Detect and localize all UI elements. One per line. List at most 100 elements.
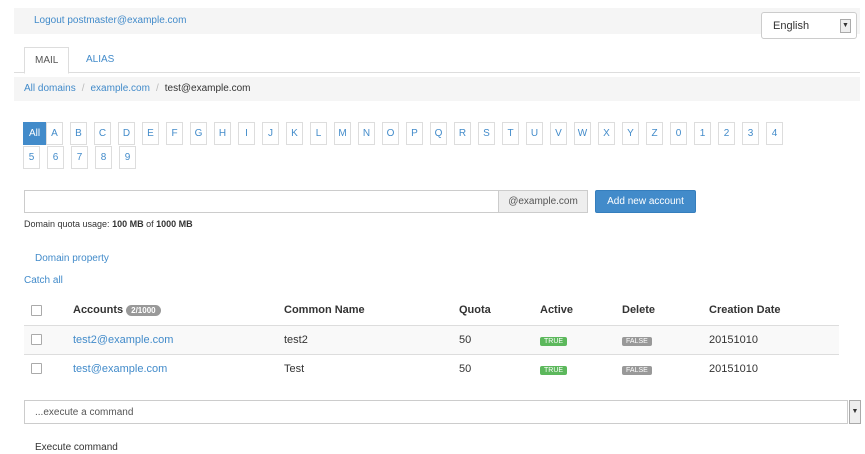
letter-filter-y[interactable]: Y [622, 122, 639, 145]
account-cell: test2@example.com [73, 324, 284, 354]
letter-filter-t[interactable]: T [502, 122, 519, 145]
letter-filter-m[interactable]: M [334, 122, 351, 145]
active-cell: TRUE [540, 324, 622, 354]
catch-all-link[interactable]: Catch all [24, 275, 63, 286]
letter-filter-3[interactable]: 3 [742, 122, 759, 145]
delete-cell: FALSE [622, 353, 709, 383]
common-name-cell: test2 [284, 324, 459, 354]
accounts-header-label: Accounts [73, 304, 124, 317]
active-badge[interactable]: TRUE [540, 365, 568, 375]
domain-suffix: @example.com [498, 190, 588, 213]
letter-filter-d[interactable]: D [118, 122, 135, 145]
letter-filter-x[interactable]: X [598, 122, 615, 145]
delete-badge[interactable]: FALSE [622, 336, 652, 346]
delete-header: Delete [622, 296, 709, 326]
quota-cell: 50 [459, 324, 540, 354]
active-badge[interactable]: TRUE [540, 336, 568, 346]
letter-filter-1[interactable]: 1 [694, 122, 711, 145]
add-account-button[interactable]: Add new account [595, 190, 696, 213]
language-value: English [773, 20, 810, 32]
letter-filter-v[interactable]: V [550, 122, 567, 145]
letter-filter-4[interactable]: 4 [766, 122, 783, 145]
tab-mail[interactable]: MAIL [24, 47, 70, 74]
delete-badge[interactable]: FALSE [622, 365, 652, 375]
letter-filter-j[interactable]: J [262, 122, 279, 145]
creation-date-cell: 20151010 [709, 353, 839, 383]
common-name-header: Common Name [284, 296, 459, 326]
creation-date-cell: 20151010 [709, 324, 839, 354]
domain-quota-usage: Domain quota usage: 100 MB of 1000 MB [24, 219, 193, 229]
select-all-checkbox[interactable] [31, 304, 42, 316]
letter-filter-f[interactable]: F [166, 122, 183, 145]
quota-total: 1000 MB [156, 219, 193, 229]
new-account-input[interactable] [24, 190, 499, 213]
active-cell: TRUE [540, 353, 622, 383]
active-header: Active [540, 296, 622, 326]
letter-filter-g[interactable]: G [190, 122, 207, 145]
logout-link[interactable]: Logout postmaster@example.com [34, 15, 186, 26]
accounts-table: Accounts 2/1000 Common Name Quota Active … [24, 296, 839, 383]
quota-prefix: Domain quota usage: [24, 219, 113, 229]
letter-filter-7[interactable]: 7 [71, 146, 88, 169]
letter-filter-e[interactable]: E [142, 122, 159, 145]
tab-bar: MAIL ALIAS [14, 47, 860, 74]
account-link[interactable]: test@example.com [73, 363, 167, 375]
tab-alias[interactable]: ALIAS [76, 47, 124, 73]
command-select[interactable]: ...execute a command [24, 400, 848, 424]
letter-filter-w[interactable]: W [574, 122, 591, 145]
letter-filter-i[interactable]: I [238, 122, 255, 145]
chevron-down-icon[interactable]: ▼ [840, 19, 851, 33]
domain-property-link[interactable]: Domain property [35, 253, 109, 264]
top-bar: Logout postmaster@example.com [14, 8, 860, 34]
row-select-cell [24, 353, 73, 383]
letter-filter-q[interactable]: Q [430, 122, 447, 145]
execute-command-button[interactable]: Execute command [35, 442, 118, 453]
breadcrumb-separator: / [155, 83, 159, 94]
letter-filter-z[interactable]: Z [646, 122, 663, 145]
common-name-cell: Test [284, 353, 459, 383]
letter-filter-6[interactable]: 6 [47, 146, 64, 169]
quota-cell: 50 [459, 353, 540, 383]
accounts-count-badge: 2/1000 [126, 304, 161, 316]
accounts-header: Accounts 2/1000 [73, 296, 284, 326]
letter-filter-s[interactable]: S [478, 122, 495, 145]
letter-filter-p[interactable]: P [406, 122, 423, 145]
table-header-row: Accounts 2/1000 Common Name Quota Active … [24, 296, 839, 326]
table-row: test2@example.com test2 50 TRUE FALSE 20… [24, 324, 839, 354]
account-link[interactable]: test2@example.com [73, 334, 173, 346]
quota-header: Quota [459, 296, 540, 326]
letter-filter-all[interactable]: All [23, 122, 46, 145]
breadcrumb-domain[interactable]: example.com [90, 83, 149, 94]
breadcrumb-current: test@example.com [164, 83, 251, 94]
breadcrumb: All domains / example.com / test@example.com [14, 77, 860, 101]
letter-filter-9[interactable]: 9 [119, 146, 136, 169]
account-cell: test@example.com [73, 353, 284, 383]
chevron-down-icon[interactable]: ▼ [849, 400, 861, 424]
quota-of: of [143, 219, 157, 229]
letter-filter-c[interactable]: C [94, 122, 111, 145]
creation-date-header: Creation Date [709, 296, 839, 326]
table-row: test@example.com Test 50 TRUE FALSE 2015… [24, 353, 839, 383]
letter-filter-o[interactable]: O [382, 122, 399, 145]
letter-filter-2[interactable]: 2 [718, 122, 735, 145]
row-checkbox[interactable] [31, 363, 42, 375]
letter-filter-a[interactable]: A [46, 122, 63, 145]
letter-filter-n[interactable]: N [358, 122, 375, 145]
row-checkbox[interactable] [31, 334, 42, 346]
row-select-cell [24, 324, 73, 354]
letter-filter-u[interactable]: U [526, 122, 543, 145]
letter-filter-l[interactable]: L [310, 122, 327, 145]
letter-filter-0[interactable]: 0 [670, 122, 687, 145]
letter-filter-h[interactable]: H [214, 122, 231, 145]
letter-filter-k[interactable]: K [286, 122, 303, 145]
language-select[interactable]: English ▼ [761, 12, 857, 39]
select-all-cell [24, 296, 73, 326]
letter-filter-r[interactable]: R [454, 122, 471, 145]
letter-filter-b[interactable]: B [70, 122, 87, 145]
letter-filter-8[interactable]: 8 [95, 146, 112, 169]
delete-cell: FALSE [622, 324, 709, 354]
quota-used: 100 MB [112, 219, 144, 229]
breadcrumb-all-domains[interactable]: All domains [24, 83, 76, 94]
breadcrumb-separator: / [81, 83, 85, 94]
letter-filter-5[interactable]: 5 [23, 146, 40, 169]
